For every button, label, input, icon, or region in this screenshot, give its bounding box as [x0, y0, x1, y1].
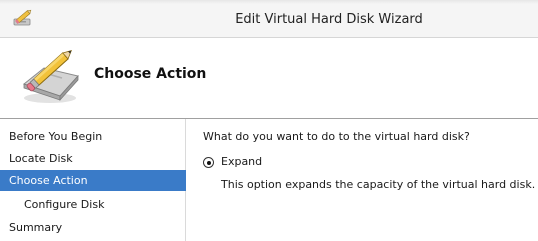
sidebar-item-before-you-begin[interactable]: Before You Begin: [0, 126, 186, 147]
wizard-content: What do you want to do to the virtual ha…: [187, 119, 538, 241]
sidebar-item-choose-action[interactable]: Choose Action: [0, 170, 186, 191]
sidebar-item-label: Locate Disk: [9, 152, 73, 165]
sidebar-item-label: Choose Action: [9, 174, 88, 187]
sidebar-item-summary[interactable]: Summary: [0, 217, 186, 238]
sidebar-item-label: Configure Disk: [24, 198, 105, 211]
title-bar: Edit Virtual Hard Disk Wizard: [0, 0, 538, 38]
wizard-steps-sidebar: Before You Begin Locate Disk Choose Acti…: [0, 119, 186, 241]
wizard-header: Choose Action: [0, 38, 538, 118]
page-title: Choose Action: [94, 66, 207, 82]
radio-selected-dot: [206, 160, 211, 165]
sidebar-item-configure-disk[interactable]: Configure Disk: [0, 194, 186, 215]
title-bar-strip: [0, 0, 538, 4]
action-question: What do you want to do to the virtual ha…: [203, 130, 470, 143]
window-title: Edit Virtual Hard Disk Wizard: [235, 12, 423, 27]
expand-description: This option expands the capacity of the …: [221, 178, 536, 191]
sidebar-item-label: Before You Begin: [9, 130, 103, 143]
disk-pencil-icon: [18, 46, 84, 108]
sidebar-item-label: Summary: [9, 221, 63, 234]
expand-radio-label[interactable]: Expand: [221, 155, 262, 168]
expand-radio[interactable]: [203, 157, 214, 168]
sidebar-item-locate-disk[interactable]: Locate Disk: [0, 148, 186, 169]
